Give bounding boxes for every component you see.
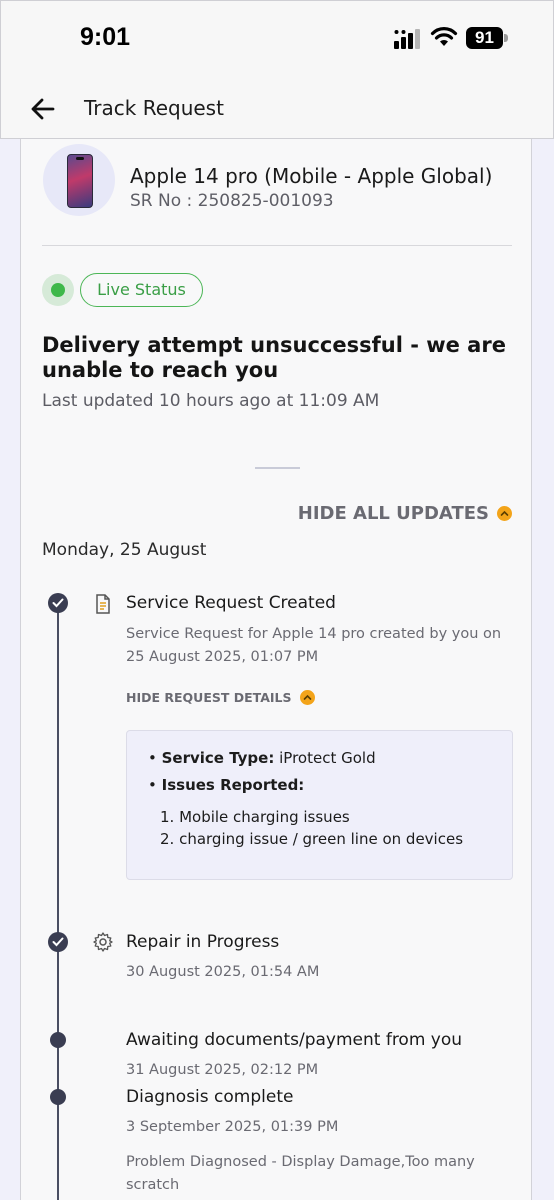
- hide-all-updates-button[interactable]: HIDE ALL UPDATES: [298, 503, 512, 524]
- completed-check-icon: [48, 932, 68, 952]
- service-type-row: • Service Type: iProtect Gold: [148, 749, 376, 767]
- completed-check-icon: [48, 593, 68, 613]
- sr-number: SR No : 250825-001093: [130, 191, 334, 211]
- event-note: Problem Diagnosed - Display Damage,Too m…: [126, 1154, 475, 1193]
- timeline-dot: [50, 1032, 66, 1048]
- wifi-icon: [430, 27, 458, 46]
- event-title: Service Request Created: [126, 593, 336, 613]
- page-title: Track Request: [84, 96, 224, 120]
- event-subtitle: 30 August 2025, 01:54 AM: [126, 964, 320, 980]
- date-header: Monday, 25 August: [42, 540, 207, 560]
- divider-short: [255, 467, 300, 469]
- timeline-dot: [50, 1089, 66, 1105]
- issues-reported-row: • Issues Reported:: [148, 776, 305, 794]
- live-indicator-icon: [42, 274, 74, 306]
- document-icon: [96, 594, 110, 614]
- issue-item: 2. charging issue / green line on device…: [160, 830, 464, 848]
- issues-reported-label: Issues Reported:: [161, 776, 305, 794]
- hide-request-details-button[interactable]: HIDE REQUEST DETAILS: [126, 690, 315, 705]
- battery-level: 91: [466, 27, 503, 49]
- divider: [42, 245, 512, 246]
- gear-icon: [93, 932, 113, 952]
- issue-item: 1. Mobile charging issues: [160, 808, 350, 826]
- status-bar: 9:01 91: [1, 1, 554, 71]
- hide-all-updates-label: HIDE ALL UPDATES: [297, 503, 489, 524]
- hide-request-details-label: HIDE REQUEST DETAILS: [126, 690, 292, 705]
- event-subtitle: 31 August 2025, 02:12 PM: [126, 1062, 319, 1078]
- top-bar: 9:01 91 Track Request: [0, 0, 554, 139]
- status-time: 9:01: [80, 23, 131, 51]
- event-subtitle: Service Request for Apple 14 pro created…: [126, 626, 502, 665]
- event-subtitle: 3 September 2025, 01:39 PM: [126, 1119, 339, 1135]
- service-type-label: Service Type:: [161, 749, 275, 767]
- event-title: Awaiting documents/payment from you: [126, 1030, 463, 1050]
- event-title: Repair in Progress: [126, 932, 280, 952]
- service-type-value: iProtect Gold: [279, 749, 376, 767]
- request-details-box: • Service Type: iProtect Gold • Issues R…: [126, 730, 513, 880]
- device-name: Apple 14 pro (Mobile - Apple Global): [130, 164, 493, 188]
- phone-image: [67, 154, 93, 208]
- chevron-up-icon: [299, 690, 315, 705]
- last-updated: Last updated 10 hours ago at 11:09 AM: [42, 391, 380, 411]
- event-title: Diagnosis complete: [126, 1087, 294, 1107]
- chevron-up-icon: [497, 506, 512, 521]
- signal-icon: [394, 29, 420, 49]
- status-headline: Delivery attempt unsuccessful - we are u…: [42, 333, 506, 382]
- device-avatar: [43, 144, 115, 216]
- live-status-badge: Live Status: [80, 273, 203, 307]
- back-arrow-icon[interactable]: [29, 95, 57, 123]
- timeline-line: [57, 596, 59, 1200]
- battery-icon: 91: [466, 27, 508, 49]
- request-card: Apple 14 pro (Mobile - Apple Global) SR …: [20, 137, 532, 1200]
